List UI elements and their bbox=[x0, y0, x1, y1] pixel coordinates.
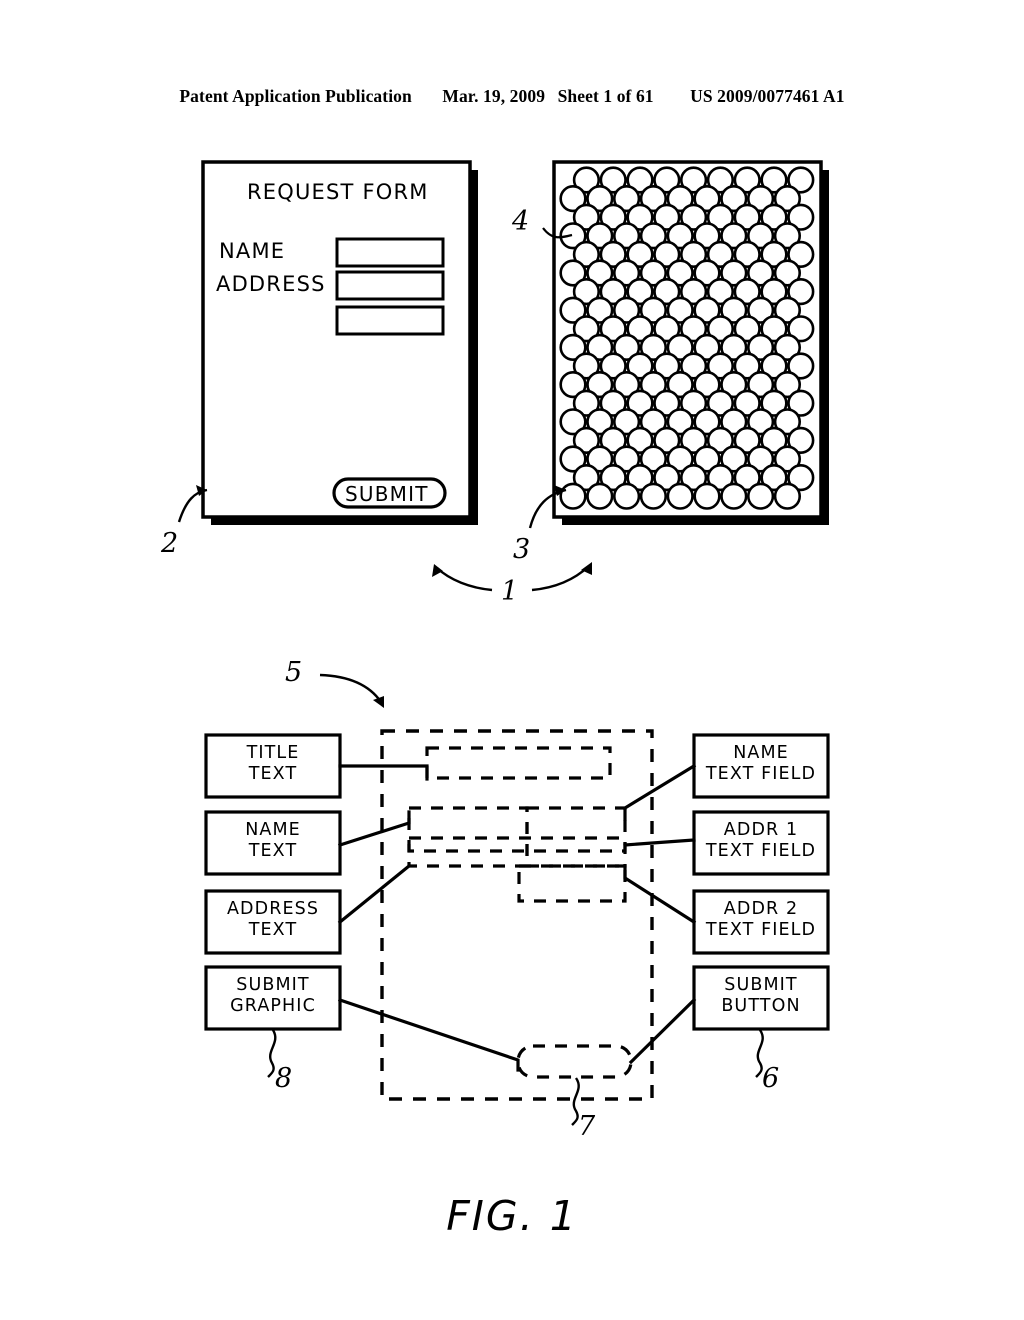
label-name-text-field: NAME TEXT FIELD bbox=[694, 743, 828, 784]
request-form-address-label: ADDRESS bbox=[216, 272, 326, 296]
numeral-1: 1 bbox=[501, 576, 519, 607]
pattern-dot bbox=[639, 482, 668, 510]
dashed-lower-right-node bbox=[517, 864, 627, 903]
label-line-1: NAME bbox=[733, 743, 789, 763]
label-title-text: TITLE TEXT bbox=[206, 743, 340, 784]
pattern-dot bbox=[773, 482, 802, 510]
label-line-2: TEXT bbox=[248, 840, 298, 861]
label-line-2: TEXT FIELD bbox=[705, 919, 817, 940]
squiggle-leaders bbox=[267, 1029, 764, 1126]
label-line-1: TITLE bbox=[246, 743, 300, 763]
request-form-paper bbox=[201, 160, 472, 519]
pattern-dot bbox=[720, 482, 748, 510]
label-line-2: TEXT FIELD bbox=[705, 763, 817, 784]
label-line-1: ADDR 1 bbox=[723, 820, 799, 840]
numeral-3: 3 bbox=[513, 534, 531, 565]
dashed-middle-row bbox=[407, 836, 627, 853]
label-line-2: TEXT bbox=[248, 763, 298, 784]
dashed-outer-container bbox=[380, 729, 654, 1101]
pattern-dot bbox=[666, 482, 694, 510]
numeral-2: 2 bbox=[161, 528, 179, 559]
label-line-1: SUBMIT bbox=[724, 975, 798, 995]
numeral-4: 4 bbox=[512, 206, 530, 237]
numeral-8: 8 bbox=[275, 1063, 293, 1094]
pattern-dot bbox=[586, 482, 614, 510]
label-line-1: NAME bbox=[245, 820, 301, 840]
label-line-1: ADDR 2 bbox=[723, 899, 799, 919]
request-form-title: REQUEST FORM bbox=[247, 180, 429, 204]
dot-pattern-panel bbox=[552, 160, 829, 525]
pattern-dot bbox=[693, 482, 721, 510]
right-connectors bbox=[623, 763, 697, 1065]
left-connectors bbox=[337, 764, 520, 1072]
label-submit-button: SUBMIT BUTTON bbox=[694, 975, 828, 1016]
numeral-5: 5 bbox=[285, 657, 303, 688]
numeral-6: 6 bbox=[762, 1063, 780, 1094]
label-submit-graphic: SUBMIT GRAPHIC bbox=[206, 975, 340, 1016]
dashed-title-node bbox=[425, 746, 612, 780]
label-name-text: NAME TEXT bbox=[206, 820, 340, 861]
request-form-panel bbox=[201, 160, 478, 525]
leader-5 bbox=[319, 673, 384, 708]
label-line-1: SUBMIT bbox=[236, 975, 310, 995]
pattern-dot bbox=[612, 482, 641, 510]
numeral-7: 7 bbox=[578, 1111, 596, 1142]
form-addr2-field-box[interactable] bbox=[335, 305, 445, 336]
dashed-submit-node bbox=[516, 1044, 633, 1079]
label-addr1-text-field: ADDR 1 TEXT FIELD bbox=[694, 820, 828, 861]
form-addr1-field-box[interactable] bbox=[335, 270, 445, 301]
dashed-group-left bbox=[407, 806, 529, 868]
form-name-field-box[interactable] bbox=[335, 237, 445, 268]
label-line-1: ADDRESS bbox=[226, 899, 320, 919]
request-form-name-label: NAME bbox=[219, 239, 286, 263]
label-line-2: TEXT FIELD bbox=[705, 840, 817, 861]
request-form-submit-label: SUBMIT bbox=[345, 482, 429, 506]
label-line-2: GRAPHIC bbox=[230, 995, 316, 1016]
figure-1-drawing bbox=[177, 160, 830, 1126]
label-address-text: ADDRESS TEXT bbox=[206, 899, 340, 940]
label-line-2: BUTTON bbox=[721, 995, 801, 1016]
figure-caption: FIG. 1 bbox=[446, 1192, 578, 1240]
label-addr2-text-field: ADDR 2 TEXT FIELD bbox=[694, 899, 828, 940]
pattern-dot bbox=[746, 482, 775, 510]
label-line-2: TEXT bbox=[248, 919, 298, 940]
dot-grid bbox=[559, 166, 815, 510]
pattern-dot bbox=[559, 482, 587, 510]
